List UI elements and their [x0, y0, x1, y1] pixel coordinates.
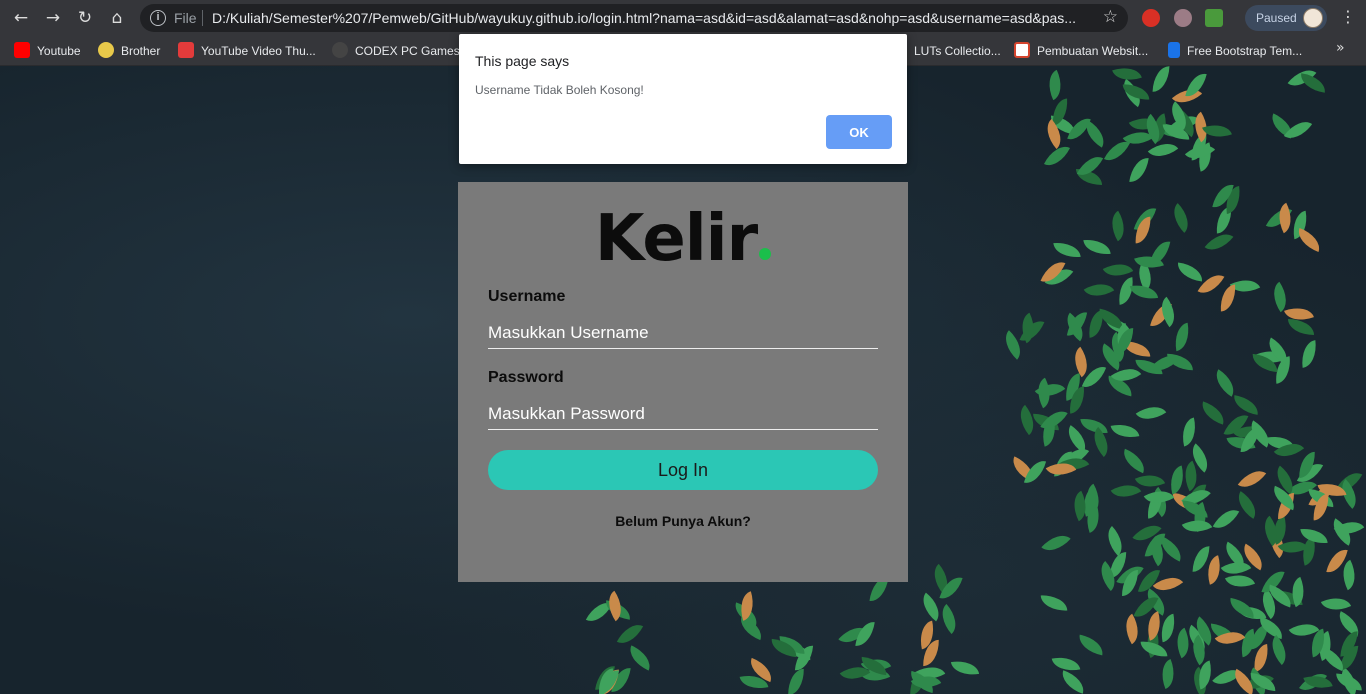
vine-leaf: [1041, 527, 1071, 558]
vine-leaf: [1265, 281, 1294, 313]
password-label: Password: [488, 369, 564, 386]
vine-leaf: [1171, 323, 1193, 352]
password-input[interactable]: [488, 398, 878, 430]
bookmark-free-bootstrap[interactable]: Free Bootstrap Tem...: [1168, 42, 1302, 60]
extension-adblock-icon[interactable]: [1142, 9, 1160, 27]
profile-status: Paused: [1256, 11, 1297, 25]
vine-leaf: [855, 619, 876, 648]
vine-leaf: [950, 658, 980, 679]
bootstrap-icon: [1168, 42, 1180, 58]
vine-leaf: [1110, 420, 1140, 442]
codex-icon: [332, 42, 348, 58]
brand-logo: Kelir: [458, 202, 908, 276]
vine-leaf: [1052, 240, 1081, 259]
vine-leaf: [1181, 500, 1209, 518]
signup-link[interactable]: Belum Punya Akun?: [458, 513, 908, 529]
bookmark-star-icon[interactable]: ☆: [1103, 7, 1118, 27]
username-label: Username: [488, 288, 566, 305]
vine-leaf: [1218, 284, 1237, 312]
vine-leaf: [1158, 613, 1179, 643]
alert-title: This page says: [475, 53, 570, 69]
bookmark-brother[interactable]: Brother: [98, 42, 160, 60]
vine-leaf: [1076, 635, 1106, 656]
site-info-icon[interactable]: i: [150, 10, 166, 26]
vine-leaf: [1118, 613, 1146, 644]
vine-leaf: [1212, 503, 1239, 534]
login-button[interactable]: Log In: [488, 450, 878, 490]
address-bar[interactable]: i File D:/Kuliah/Semester%207/Pemweb/Git…: [140, 4, 1128, 32]
vine-leaf: [1237, 463, 1267, 494]
vine-leaf: [1152, 66, 1170, 93]
vine-leaf: [625, 644, 656, 671]
bookmark-youtube[interactable]: Youtube: [14, 42, 81, 60]
vine-leaf: [1118, 448, 1149, 473]
back-icon[interactable]: ←: [9, 6, 33, 30]
vine-leaf: [787, 668, 805, 694]
browser-toolbar: ← → ↻ ⌂ i File D:/Kuliah/Semester%207/Pe…: [0, 0, 1366, 36]
login-card: Kelir Username Password Log In Belum Pun…: [458, 182, 908, 582]
bookmark-codex[interactable]: CODEX PC Games |...: [332, 42, 476, 60]
vine-leaf: [1166, 203, 1196, 234]
youtube-icon: [14, 42, 30, 58]
vine-leaf: [934, 604, 964, 635]
infinity-icon: [1014, 42, 1030, 58]
avatar: [1303, 8, 1323, 28]
vine-leaf: [1156, 659, 1181, 690]
profile-button[interactable]: Paused: [1245, 5, 1327, 31]
reload-icon[interactable]: ↻: [73, 6, 97, 30]
brand-dot: [759, 248, 772, 260]
vine-leaf: [1288, 319, 1314, 336]
url-scheme-label: File: [174, 10, 197, 26]
vine-leaf: [1293, 228, 1324, 253]
more-bookmarks-icon[interactable]: »: [1336, 40, 1345, 56]
vine-leaf: [1264, 634, 1294, 665]
username-input[interactable]: [488, 317, 878, 349]
vine-leaf: [1177, 417, 1200, 447]
alert-message: Username Tidak Boleh Kosong!: [475, 83, 644, 97]
vine-leaf: [1086, 309, 1106, 338]
vine-leaf: [1023, 457, 1047, 487]
vine-leaf: [1135, 399, 1167, 427]
url-text[interactable]: D:/Kuliah/Semester%207/Pemweb/GitHub/way…: [212, 10, 1092, 26]
vine-leaf: [1040, 594, 1068, 611]
vine-leaf: [1099, 525, 1130, 556]
vine-leaf: [1321, 591, 1352, 618]
alert-dialog: This page says Username Tidak Boleh Koso…: [459, 34, 907, 164]
thumbnail-icon: [178, 42, 194, 58]
vine-leaf: [1086, 427, 1117, 458]
vine-leaf: [1129, 156, 1149, 185]
vine-leaf: [1202, 119, 1232, 144]
vine-leaf: [1122, 83, 1150, 101]
home-icon[interactable]: ⌂: [105, 6, 129, 30]
vine-leaf: [1082, 237, 1111, 257]
url-separator: [202, 10, 203, 26]
vine-leaf: [1192, 545, 1210, 573]
vine-leaf: [1104, 211, 1132, 242]
vine-leaf: [1057, 670, 1088, 694]
alert-ok-button[interactable]: OK: [826, 115, 892, 149]
extension-circle-icon[interactable]: [1174, 9, 1192, 27]
vine-leaf: [1299, 339, 1319, 368]
bookmark-luts[interactable]: LUTs Collectio...: [914, 42, 1001, 60]
vine-leaf: [1209, 368, 1241, 397]
bookmark-youtube-thumbnail[interactable]: YouTube Video Thu...: [178, 42, 316, 60]
forward-icon[interactable]: →: [41, 6, 65, 30]
browser-menu-icon[interactable]: ⋮: [1340, 7, 1356, 26]
vine-leaf: [1335, 673, 1363, 691]
vine-leaf: [1176, 262, 1205, 282]
vine-leaf: [1140, 640, 1168, 658]
vine-leaf: [1232, 395, 1261, 416]
bookmark-pembuatan-website[interactable]: Pembuatan Websit...: [1014, 42, 1148, 60]
extension-color-icon[interactable]: [1205, 9, 1223, 27]
vine-leaf: [1197, 268, 1225, 299]
brother-icon: [98, 42, 114, 58]
vine-leaf: [1165, 465, 1188, 495]
vine-leaf: [1284, 114, 1313, 146]
vine-leaf: [1042, 70, 1068, 101]
vine-leaf: [1084, 276, 1115, 304]
vine-leaf: [1197, 401, 1228, 425]
vine-leaf: [617, 618, 644, 649]
